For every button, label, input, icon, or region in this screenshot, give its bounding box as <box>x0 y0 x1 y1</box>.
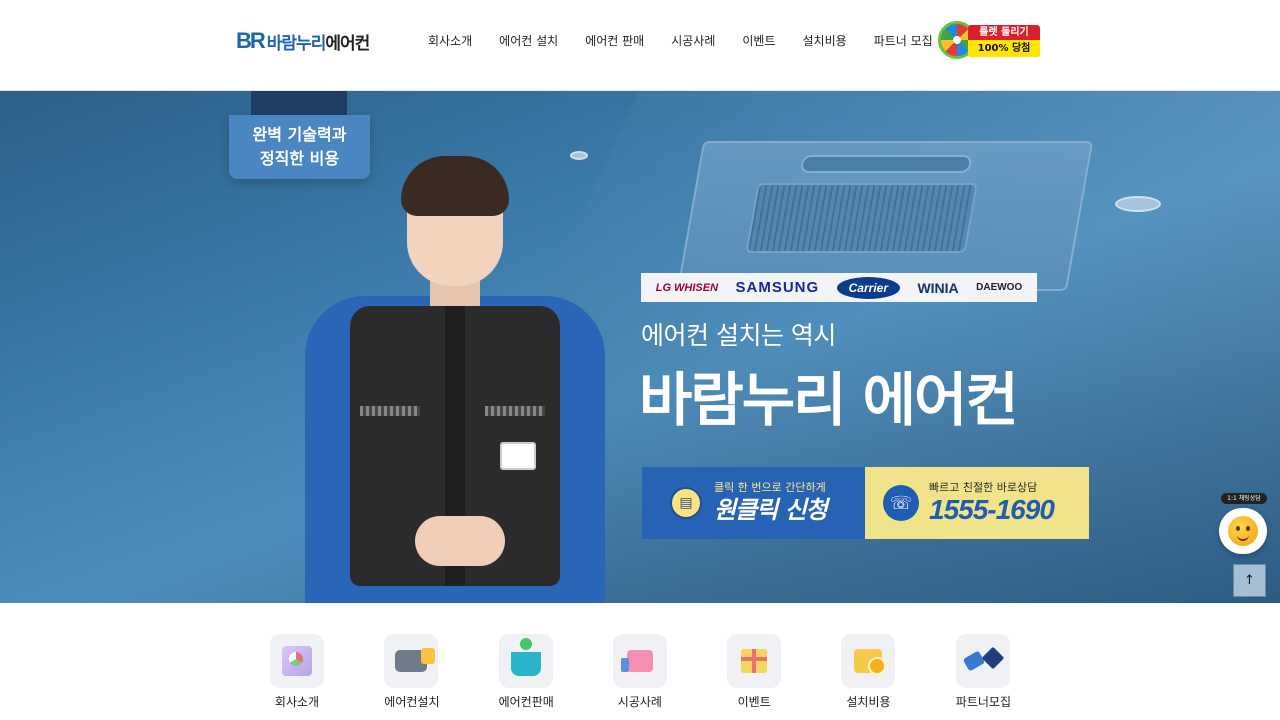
site-header: BR 바람누리에어컨 회사소개 에어컨 설치 에어컨 판매 시공사례 이벤트 설… <box>0 0 1280 91</box>
quick-item-cost[interactable]: 설치비용 <box>841 634 955 710</box>
quick-item-label: 에어컨설치 <box>384 695 440 709</box>
site-logo[interactable]: BR 바람누리에어컨 <box>236 28 370 54</box>
handshake-icon <box>965 648 1001 674</box>
chat-button[interactable] <box>1219 508 1267 554</box>
hero-subtitle: 에어컨 설치는 역시 <box>641 321 836 350</box>
phone-number: 1555-1690 <box>929 494 1055 525</box>
roulette-badge: 룰렛 돌리기 100% 당첨 <box>968 25 1040 57</box>
quick-item-label: 회사소개 <box>274 695 320 709</box>
quick-menu: 회사소개 에어컨설치 에어컨판매 시공사례 이벤트 설치비용 파트너모집 <box>270 634 1070 710</box>
ceiling-ac-unit <box>676 141 1094 291</box>
quick-item-label: 이벤트 <box>737 695 771 709</box>
brand-samsung: SAMSUNG <box>735 279 820 296</box>
quick-item-partner[interactable]: 파트너모집 <box>955 634 1070 710</box>
one-click-apply-button[interactable]: ▤ 클릭 한 번으로 간단하게 원클릭 신청 <box>642 467 865 539</box>
brand-logo-strip: LG WHISEN SAMSUNG Carrier WINIA DAEWOO <box>641 273 1037 302</box>
nav-item-install[interactable]: 에어컨 설치 <box>499 32 558 49</box>
thumbs-up-icon <box>620 650 653 672</box>
ceiling-light <box>1115 196 1161 212</box>
quick-item-company[interactable]: 회사소개 <box>270 634 384 710</box>
nav-item-cases[interactable]: 시공사례 <box>671 32 715 49</box>
hero-title: 바람누리 에어컨 <box>639 366 1019 434</box>
brand-daewoo: DAEWOO <box>976 282 1023 293</box>
brand-winia: WINIA <box>917 279 959 296</box>
nav-item-company[interactable]: 회사소개 <box>428 32 472 49</box>
scroll-top-button[interactable]: ↑ <box>1233 564 1266 597</box>
hero-badge-tab <box>251 91 347 115</box>
nav-item-sale[interactable]: 에어컨 판매 <box>585 32 644 49</box>
install-truck-icon <box>395 648 436 672</box>
chat-tag: 1:1 채팅상담 <box>1221 493 1267 504</box>
quick-item-install[interactable]: 에어컨설치 <box>384 634 498 710</box>
quick-item-label: 시공사례 <box>617 695 662 709</box>
technician-photo <box>300 156 610 603</box>
hero-badge-line1: 완벽 기술력과 <box>252 125 347 144</box>
call-caption: 빠르고 친절한 바로상담 <box>929 481 1038 494</box>
call-consult-button[interactable]: ☏ 빠르고 친절한 바로상담 1555-1690 <box>865 467 1089 539</box>
nav-item-partner[interactable]: 파트너 모집 <box>874 32 933 49</box>
shopping-basket-icon <box>510 638 541 676</box>
quick-item-label: 에어컨판매 <box>498 695 554 709</box>
nav-item-cost[interactable]: 설치비용 <box>803 32 847 49</box>
quick-item-event[interactable]: 이벤트 <box>727 634 841 710</box>
logo-text-suffix: 에어컨 <box>325 33 370 54</box>
roulette-banner[interactable]: 룰렛 돌리기 100% 당첨 <box>938 21 1042 59</box>
main-nav: 회사소개 에어컨 설치 에어컨 판매 시공사례 이벤트 설치비용 파트너 모집 <box>428 32 960 49</box>
apply-label: 원클릭 신청 <box>714 496 828 524</box>
nav-item-event[interactable]: 이벤트 <box>742 32 775 49</box>
logo-mark: BR <box>236 28 266 53</box>
roulette-line2: 100% 당첨 <box>968 40 1040 57</box>
quick-item-label: 파트너모집 <box>955 695 1011 709</box>
document-icon: ▤ <box>670 487 702 519</box>
apply-caption: 클릭 한 번으로 간단하게 <box>714 481 826 494</box>
company-icon <box>282 646 312 676</box>
quick-item-label: 설치비용 <box>846 695 891 709</box>
brand-lg: LG WHISEN <box>655 281 719 294</box>
quick-item-cases[interactable]: 시공사례 <box>612 634 727 710</box>
quick-item-sale[interactable]: 에어컨판매 <box>498 634 613 710</box>
logo-text: 바람누리에어컨 <box>266 29 370 54</box>
brand-carrier: Carrier <box>836 276 900 299</box>
gift-icon <box>741 649 768 673</box>
coin-wallet-icon <box>854 649 887 675</box>
logo-text-brand: 바람누리 <box>266 33 327 54</box>
phone-icon: ☏ <box>883 485 919 521</box>
hero-banner: 완벽 기술력과 정직한 비용 LG WHISEN SAMSUNG Carrier… <box>0 91 1280 603</box>
smile-icon <box>1228 516 1258 546</box>
roulette-line1: 룰렛 돌리기 <box>979 27 1029 38</box>
